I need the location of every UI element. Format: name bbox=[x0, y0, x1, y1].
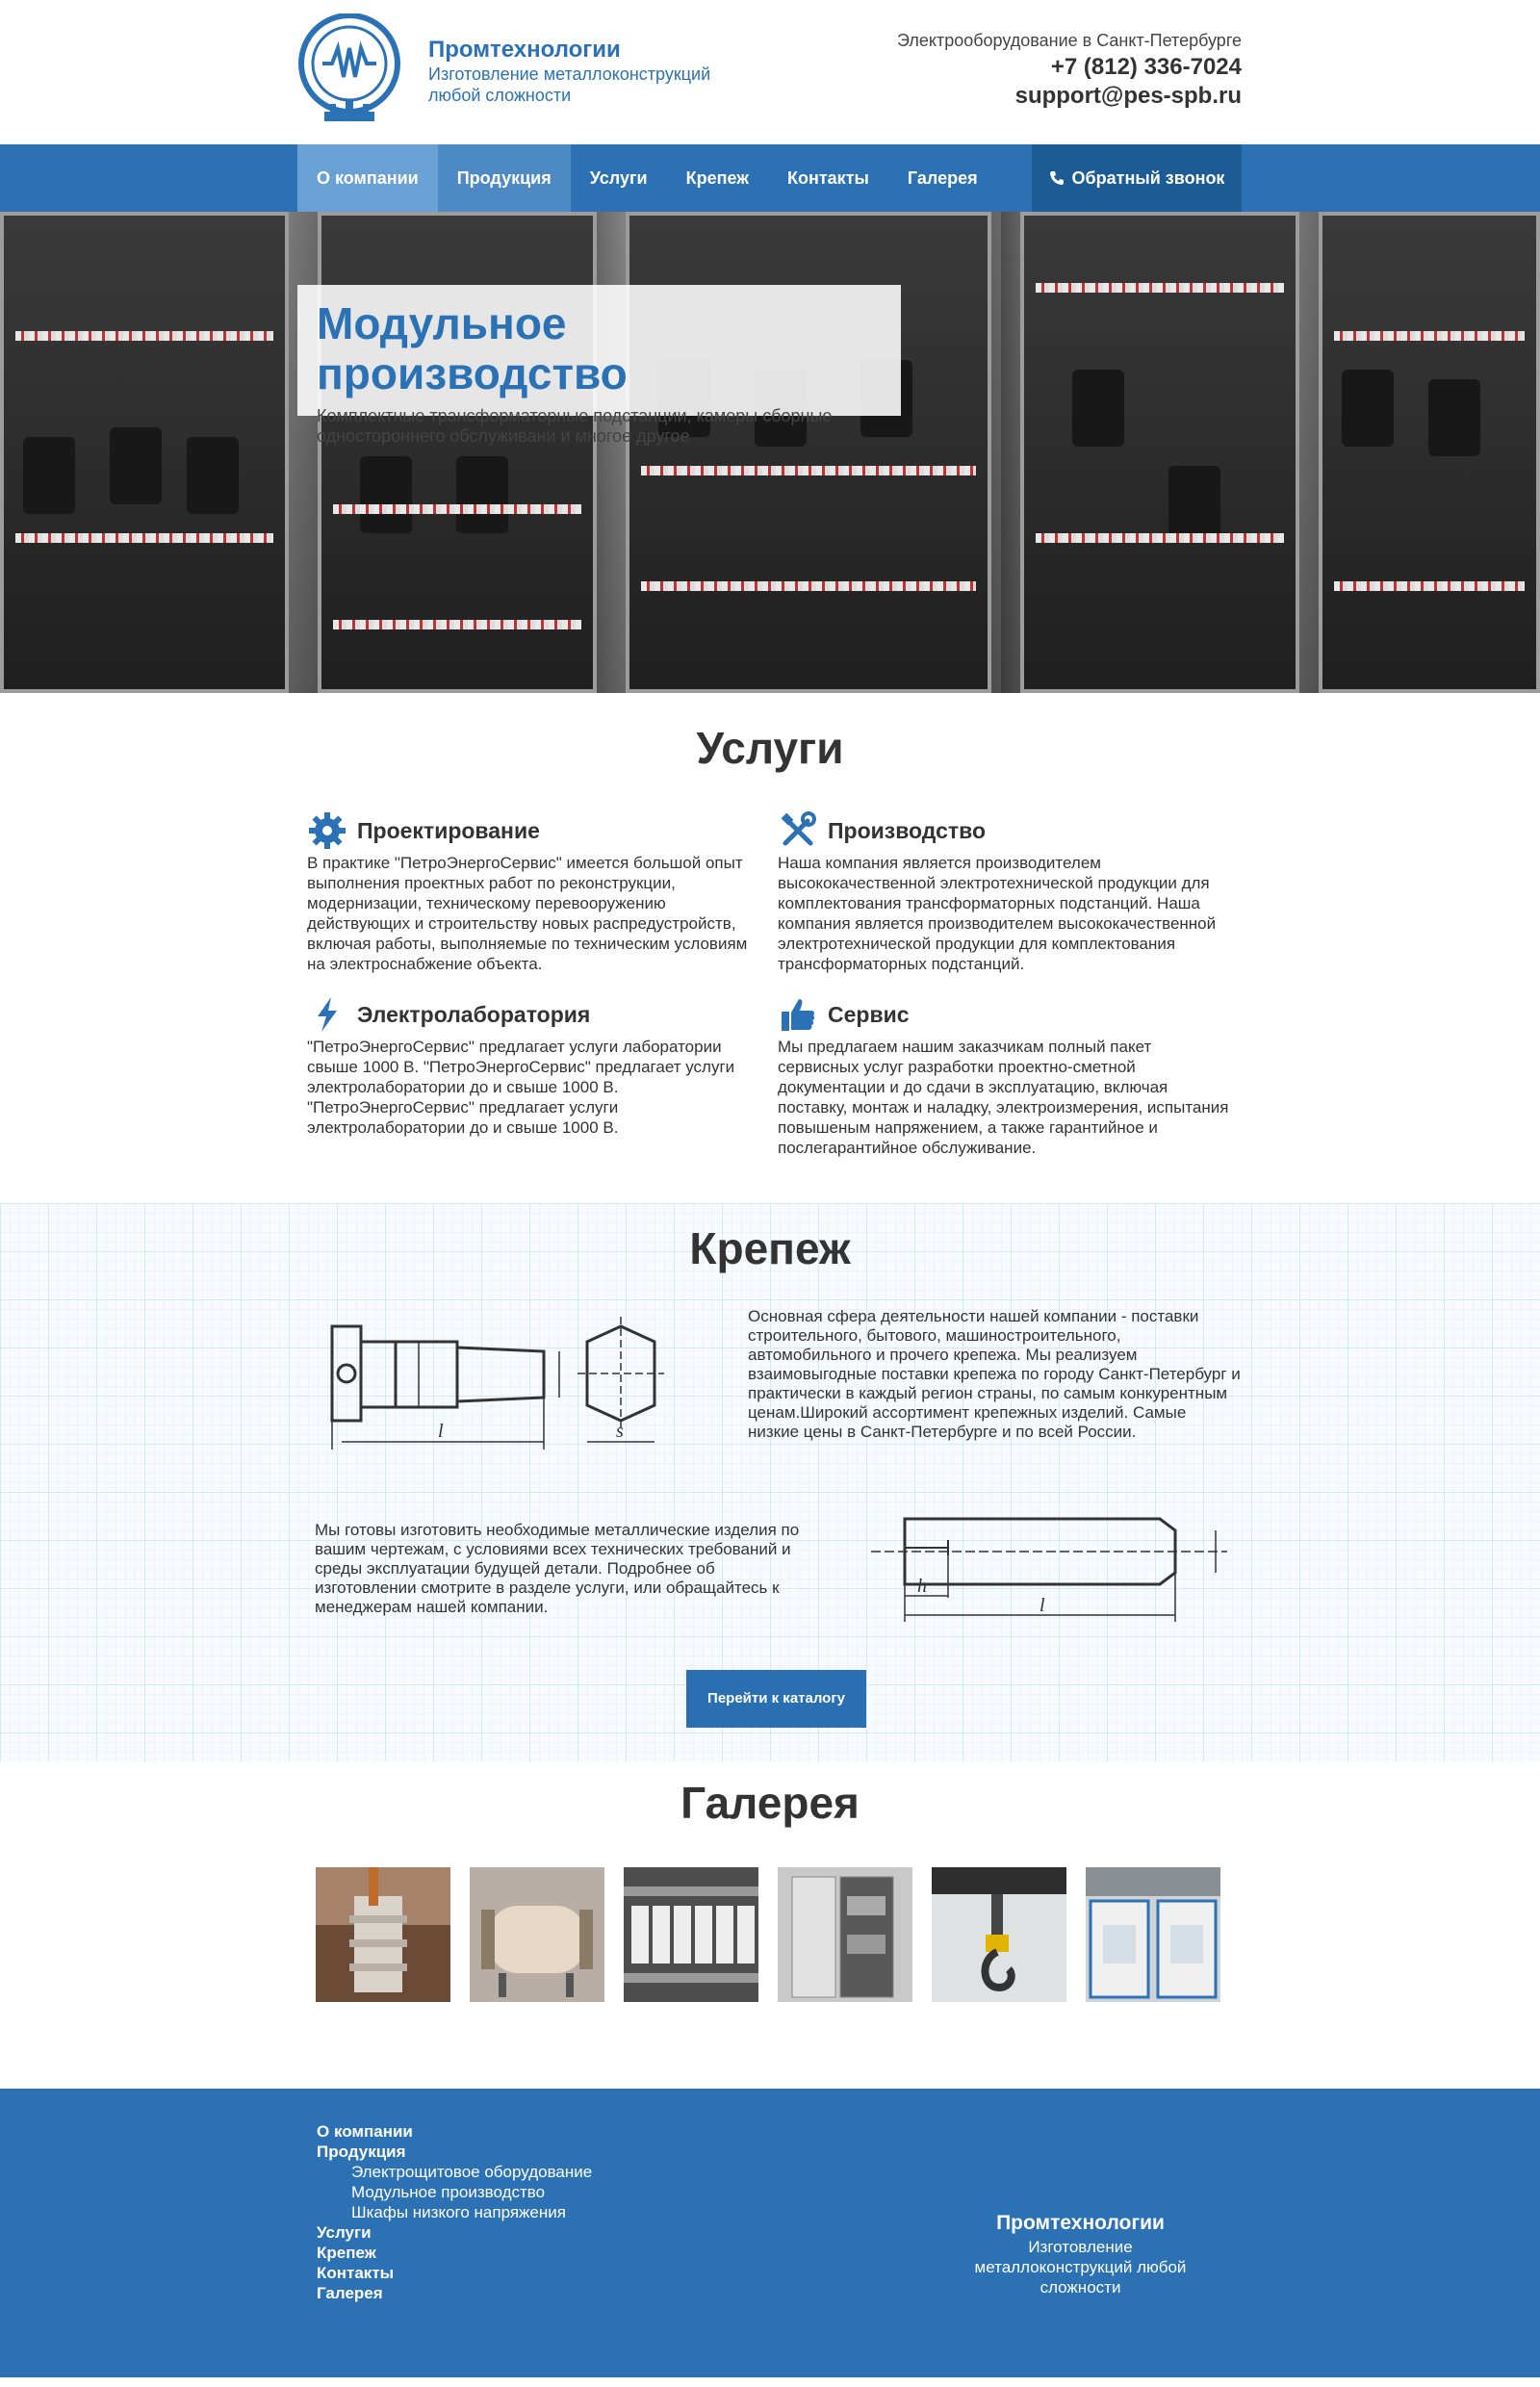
service-title: Производство bbox=[828, 817, 987, 843]
nav-item-contacts[interactable]: Контакты bbox=[768, 144, 888, 212]
contact-phone[interactable]: +7 (812) 336-7024 bbox=[1051, 54, 1242, 81]
contact-region: Электрооборудование в Санкт-Петербурге bbox=[897, 31, 1242, 50]
brand-name: Промтехнологии bbox=[428, 37, 621, 63]
footer-link-about[interactable]: О компании bbox=[317, 2121, 592, 2142]
footer-link-gallery[interactable]: Галерея bbox=[317, 2283, 592, 2303]
footer-link-products[interactable]: Продукция bbox=[317, 2142, 592, 2162]
nav-menu: О компании Продукция Услуги Крепеж Конта… bbox=[297, 144, 997, 212]
lightning-icon bbox=[307, 994, 347, 1035]
page: Промтехнологии Изготовление металлоконст… bbox=[0, 0, 1540, 2377]
pin-length-label: l bbox=[1040, 1595, 1045, 1616]
footer-brand: Промтехнологии Изготовление металлоконст… bbox=[972, 2212, 1189, 2297]
nav-item-services[interactable]: Услуги bbox=[571, 144, 667, 212]
gallery-title: Галерея bbox=[680, 1778, 860, 1828]
pin-drawing: h l bbox=[871, 1517, 1227, 1622]
footer-sublink[interactable]: Шкафы низкого напряжения bbox=[317, 2202, 592, 2222]
insulator-photo bbox=[316, 1867, 450, 2002]
hook-photo bbox=[932, 1867, 1066, 2002]
service-card: Сервис Мы предлагаем нашим заказчикам по… bbox=[778, 994, 1230, 1158]
fasteners-text-2: Мы готовы изготовить необходимые металли… bbox=[315, 1521, 800, 1616]
hero-title: Модульное производство bbox=[317, 298, 628, 398]
hero-subtitle: Комплектные трансформаторные подстанции,… bbox=[317, 406, 833, 446]
service-title: Электролаборатория bbox=[357, 1001, 591, 1027]
service-card: Производство Наша компания является прои… bbox=[778, 810, 1230, 974]
footer-link-contacts[interactable]: Контакты bbox=[317, 2263, 592, 2283]
footer-brand-tagline: Изготовление металлоконструкций любой сл… bbox=[974, 2238, 1187, 2297]
hero-electrical-panel bbox=[1319, 212, 1540, 693]
site-footer: О компании Продукция Электрощитовое обор… bbox=[0, 2089, 1540, 2377]
services-section: Услуги Проектирование В практике "ПетроЭ… bbox=[0, 693, 1540, 1203]
service-card: Проектирование В практике "ПетроЭнергоСе… bbox=[307, 810, 759, 974]
thumbs-up-icon bbox=[778, 994, 818, 1035]
hero-caption: Модульное производство Комплектные транс… bbox=[297, 285, 901, 446]
fasteners-title: Крепеж bbox=[689, 1223, 851, 1273]
footer-sublink[interactable]: Электрощитовое оборудование bbox=[317, 2162, 592, 2182]
catalog-button[interactable]: Перейти к каталогу bbox=[686, 1670, 866, 1728]
gallery-item[interactable] bbox=[470, 1867, 604, 2002]
services-title: Услуги bbox=[696, 723, 844, 773]
footer-menu: О компании Продукция Электрощитовое обор… bbox=[317, 2121, 592, 2303]
service-card: Электролаборатория "ПетроЭнергоСервис" п… bbox=[307, 994, 759, 1138]
hero-banner: Модульное производство Комплектные транс… bbox=[0, 212, 1540, 693]
service-text: Наша компания является производителем вы… bbox=[778, 854, 1217, 973]
hero-electrical-panel bbox=[318, 212, 597, 693]
service-text: "ПетроЭнергоСервис" предлагает услуги ла… bbox=[307, 1038, 735, 1137]
gallery-item[interactable] bbox=[778, 1867, 912, 2002]
gallery-item[interactable] bbox=[316, 1867, 450, 2002]
service-text: Мы предлагаем нашим заказчикам полный па… bbox=[778, 1038, 1229, 1157]
bolt-width-label: s bbox=[616, 1421, 624, 1442]
main-nav: О компании Продукция Услуги Крепеж Конта… bbox=[0, 144, 1540, 212]
bolt-drawing: l s bbox=[330, 1317, 664, 1450]
gallery-section: Галерея bbox=[0, 1761, 1540, 2089]
service-title: Сервис bbox=[828, 1001, 910, 1027]
hero-electrical-panel bbox=[0, 212, 289, 693]
service-title: Проектирование bbox=[357, 817, 540, 843]
nav-item-fasteners[interactable]: Крепеж bbox=[667, 144, 768, 212]
cabinet-photo bbox=[778, 1867, 912, 2002]
gear-icon bbox=[307, 810, 347, 851]
breakers-photo bbox=[624, 1867, 758, 2002]
gallery-item[interactable] bbox=[1086, 1867, 1220, 2002]
phone-icon bbox=[1049, 171, 1064, 185]
gallery-item[interactable] bbox=[624, 1867, 758, 2002]
site-header: Промтехнологии Изготовление металлоконст… bbox=[0, 0, 1540, 144]
nav-item-products[interactable]: Продукция bbox=[437, 144, 571, 212]
pin-h-label: h bbox=[917, 1576, 927, 1597]
nav-item-about[interactable]: О компании bbox=[297, 144, 438, 212]
substation-photo bbox=[1086, 1867, 1220, 2002]
company-logo[interactable] bbox=[295, 13, 403, 127]
gallery-item[interactable] bbox=[932, 1867, 1066, 2002]
fasteners-text-1: Основная сфера деятельности нашей компан… bbox=[748, 1307, 1241, 1441]
tools-icon bbox=[778, 810, 818, 851]
footer-link-services[interactable]: Услуги bbox=[317, 2222, 592, 2243]
bolt-length-label: l bbox=[438, 1421, 444, 1442]
nav-item-gallery[interactable]: Галерея bbox=[888, 144, 997, 212]
hero-electrical-panel bbox=[1020, 212, 1299, 693]
service-text: В практике "ПетроЭнергоСервис" имеется б… bbox=[307, 854, 748, 973]
footer-brand-name: Промтехнологии bbox=[996, 2212, 1165, 2234]
contact-email[interactable]: support@pes-spb.ru bbox=[1015, 83, 1242, 110]
callback-label: Обратный звонок bbox=[1071, 168, 1225, 188]
tank-photo bbox=[470, 1867, 604, 2002]
brand-tagline: Изготовление металлоконструкций любой сл… bbox=[428, 64, 711, 105]
footer-sublink[interactable]: Модульное производство bbox=[317, 2182, 592, 2202]
footer-link-fasteners[interactable]: Крепеж bbox=[317, 2243, 592, 2263]
hero-electrical-panel bbox=[626, 212, 991, 693]
callback-button[interactable]: Обратный звонок bbox=[1032, 144, 1242, 212]
fasteners-section: Крепеж l s Основная сфера деятельности н… bbox=[0, 1203, 1540, 1761]
